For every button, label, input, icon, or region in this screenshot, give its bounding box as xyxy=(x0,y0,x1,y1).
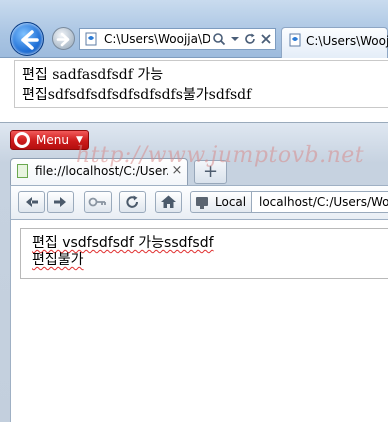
opera-tab-page-icon xyxy=(17,164,28,178)
arrow-left-icon xyxy=(21,30,39,50)
key-icon xyxy=(88,197,106,207)
opera-home-button[interactable] xyxy=(155,191,182,213)
ie-back-button[interactable] xyxy=(10,22,44,56)
ie-line1-word2: sadfasdfsdf xyxy=(52,67,133,83)
ie-tab-title: C:\Users\Woojja\ xyxy=(306,34,388,48)
opera-reload-button[interactable] xyxy=(119,191,146,213)
monitor-stand xyxy=(200,206,204,209)
opera-local-label: Local xyxy=(215,195,247,209)
ie-content-line-1: 편집 sadfasdfsdf 가능 xyxy=(22,65,163,85)
opera-address-text[interactable]: localhost/C:/Users/Wooj xyxy=(259,193,388,211)
opera-back-button[interactable] xyxy=(18,191,45,213)
search-icon[interactable] xyxy=(212,31,226,47)
monitor-icon xyxy=(196,197,208,206)
ie-line1-word3: 가능 xyxy=(137,67,164,83)
opera-content-line-2: 편집불가 xyxy=(32,252,84,268)
reload-icon xyxy=(126,195,139,208)
arrow-left-icon xyxy=(26,197,38,207)
ie-address-text[interactable]: C:\Users\Woojja\De xyxy=(104,31,210,47)
opera-forward-button[interactable] xyxy=(47,191,74,213)
chevron-down-icon[interactable] xyxy=(228,31,242,47)
opera-key-button[interactable] xyxy=(84,191,112,213)
opera-menu-label: Menu xyxy=(36,133,69,147)
home-icon xyxy=(161,195,176,208)
refresh-icon[interactable] xyxy=(243,31,257,47)
opera-content-line-1: 편집 vsdfsdfsdf 가능ssdfsdf xyxy=(32,235,214,251)
opera-logo-icon xyxy=(14,132,30,148)
ie-forward-button[interactable] xyxy=(52,27,75,50)
ie-line1-word1: 편집 xyxy=(22,67,48,83)
close-icon[interactable] xyxy=(259,31,273,47)
ie-tab-page-icon xyxy=(288,33,302,47)
arrow-right-icon xyxy=(54,197,66,207)
ie-page-icon xyxy=(84,32,98,46)
ie-content-line-2: 편집sdfsdfsdfsdfsdfsdfs불가sdfsdf xyxy=(22,87,252,103)
arrow-right-icon xyxy=(56,32,70,47)
watermark-text: http://www.jumptovb.net xyxy=(76,143,365,168)
